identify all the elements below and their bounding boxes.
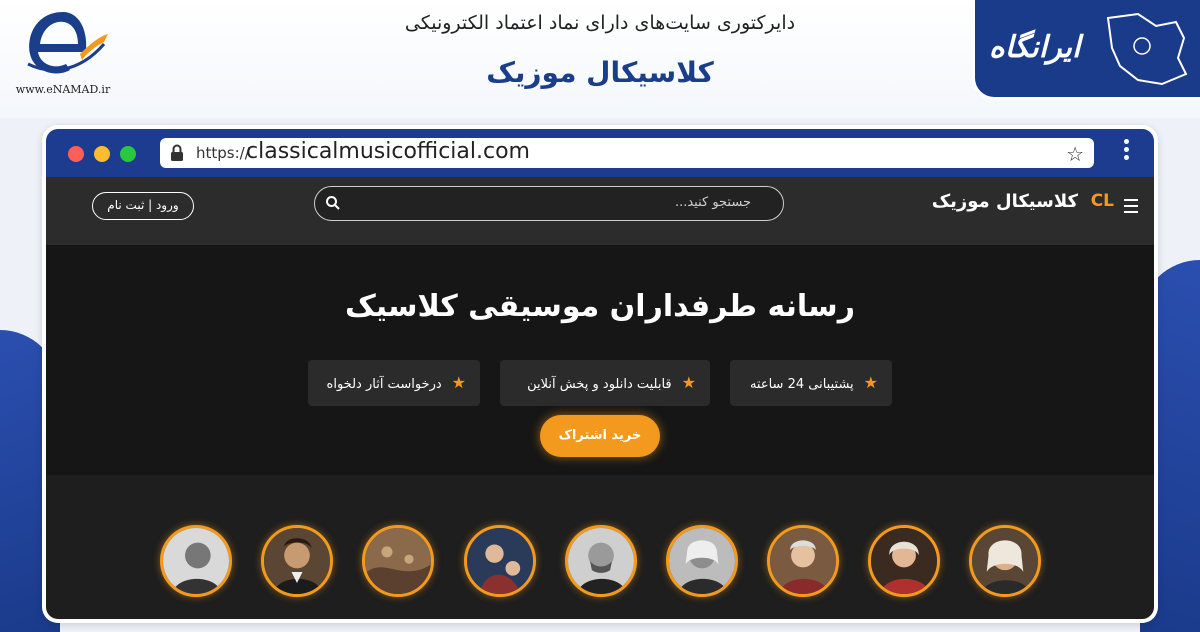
site-navbar: ورود | ثبت نام جستجو کنید... کلاسیکال مو… — [46, 177, 1154, 245]
composers-carousel — [46, 475, 1154, 619]
directory-text: دایرکتوری سایت‌های دارای نماد اعتماد الک… — [404, 12, 796, 34]
enamad-url: www.eNAMAD.ir — [15, 83, 111, 96]
star-icon: ★ — [451, 373, 466, 392]
lock-icon — [171, 144, 183, 161]
star-icon: ★ — [863, 373, 878, 392]
search-input[interactable]: جستجو کنید... — [314, 186, 784, 221]
site-title: کلاسیکال موزیک — [486, 56, 714, 89]
composer-portrait[interactable] — [160, 525, 232, 597]
feature-download: ★ قابلیت دانلود و پخش آنلاین — [500, 360, 710, 406]
bookmark-star-icon[interactable]: ☆ — [1066, 142, 1084, 166]
brand-name[interactable]: کلاسیکال موزیک — [932, 191, 1078, 212]
irangah-label: ایرانگاه — [989, 30, 1081, 65]
kebab-menu-icon[interactable] — [1124, 139, 1130, 165]
composer-portrait[interactable] — [362, 525, 434, 597]
composer-portrait[interactable] — [565, 525, 637, 597]
star-icon: ★ — [681, 373, 696, 392]
iran-map-icon — [1106, 12, 1188, 86]
enamad-e-icon — [27, 12, 108, 74]
composer-portrait[interactable] — [868, 525, 940, 597]
search-placeholder: جستجو کنید... — [674, 195, 751, 210]
directory-header: www.eNAMAD.ir دایرکتوری سایت‌های دارای ن… — [0, 0, 1200, 118]
feature-label: قابلیت دانلود و پخش آنلاین — [527, 377, 672, 392]
feature-request: ★ درخواست آثار دلخواه — [308, 360, 480, 406]
enamad-logo[interactable]: www.eNAMAD.ir — [8, 4, 118, 100]
close-window-button[interactable] — [68, 146, 84, 162]
hero-section: رسانه طرفداران موسیقی کلاسیک ★ پشتیبانی 2… — [46, 245, 1154, 475]
irangah-logo[interactable]: ایرانگاه — [972, 0, 1200, 100]
browser-window: https:// classicalmusicofficial.com ☆ ور… — [42, 125, 1158, 623]
composer-portrait[interactable] — [464, 525, 536, 597]
subscribe-button[interactable]: خرید اشتراک — [540, 415, 660, 457]
feature-support: ★ پشتیبانی 24 ساعته — [730, 360, 892, 406]
address-bar[interactable]: https:// classicalmusicofficial.com ☆ — [160, 138, 1094, 168]
search-icon[interactable] — [325, 195, 341, 211]
browser-titlebar: https:// classicalmusicofficial.com ☆ — [46, 129, 1154, 177]
hero-title: رسانه طرفداران موسیقی کلاسیک — [345, 289, 855, 324]
composer-portrait[interactable] — [261, 525, 333, 597]
minimize-window-button[interactable] — [94, 146, 110, 162]
url-domain: classicalmusicofficial.com — [246, 139, 530, 164]
composer-portrait[interactable] — [666, 525, 738, 597]
url-protocol: https:// — [196, 144, 250, 162]
maximize-window-button[interactable] — [120, 146, 136, 162]
hamburger-menu-icon[interactable] — [1124, 199, 1140, 213]
feature-label: پشتیبانی 24 ساعته — [749, 377, 854, 392]
composer-portrait[interactable] — [969, 525, 1041, 597]
login-register-button[interactable]: ورود | ثبت نام — [92, 192, 194, 220]
feature-label: درخواست آثار دلخواه — [326, 377, 442, 392]
composer-portrait[interactable] — [767, 525, 839, 597]
brand-logo[interactable]: CL — [1091, 191, 1114, 211]
